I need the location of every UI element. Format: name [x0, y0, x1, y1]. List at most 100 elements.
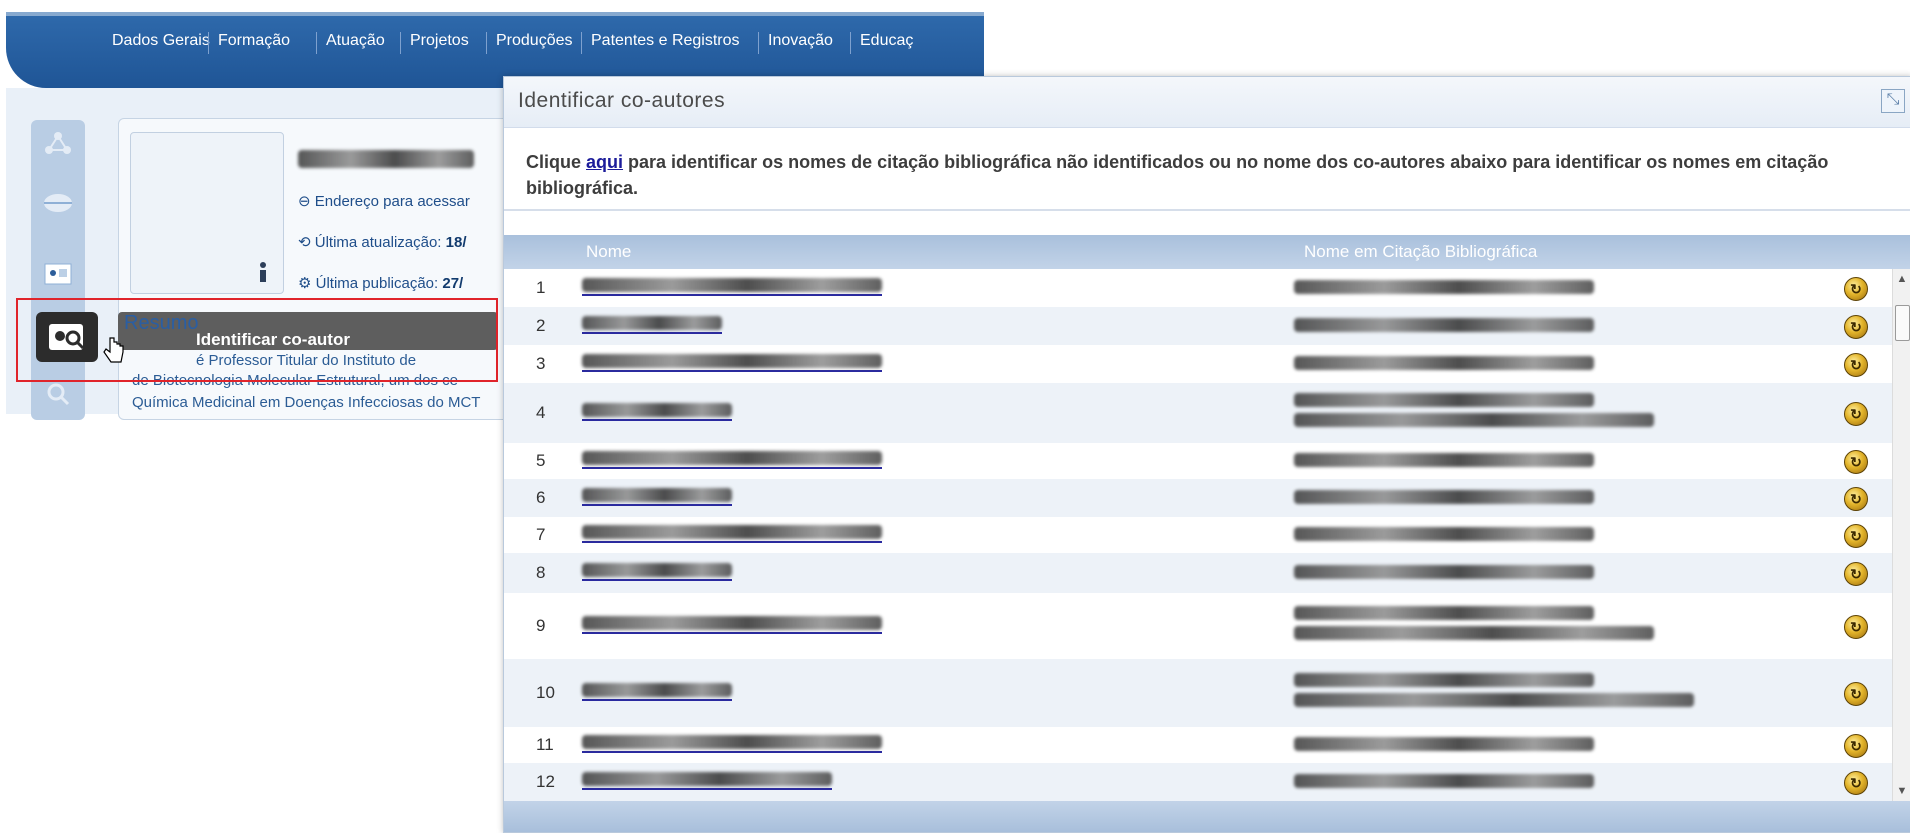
table-row: 10 ↻ — [504, 659, 1892, 727]
citation-name — [1294, 280, 1594, 300]
nav-separator — [581, 32, 582, 54]
intro-text-end: para identificar os nomes de citação bib… — [526, 152, 1829, 198]
network-icon[interactable] — [40, 128, 76, 158]
redacted-name — [582, 278, 882, 292]
redacted-name — [582, 316, 722, 330]
edit-citation-icon[interactable]: ↻ — [1844, 315, 1868, 339]
coauthor-name-link[interactable] — [582, 563, 732, 581]
nav-item-5[interactable]: Patentes e Registros — [591, 32, 740, 50]
row-number: 6 — [536, 488, 546, 507]
table-row: 4 ↻ — [504, 383, 1892, 443]
redacted-citation — [1294, 318, 1594, 332]
scroll-thumb[interactable] — [1895, 305, 1910, 341]
info-icon[interactable] — [256, 262, 270, 289]
nav-item-3[interactable]: Projetos — [410, 32, 469, 50]
row-number: 3 — [536, 354, 546, 373]
row-number: 9 — [536, 616, 546, 635]
citation-name — [1294, 774, 1594, 794]
row-number: 2 — [536, 316, 546, 335]
citation-name — [1294, 356, 1594, 376]
redacted-citation — [1294, 693, 1694, 707]
citation-name — [1294, 673, 1694, 713]
coauthor-name-link[interactable] — [582, 683, 732, 701]
redacted-name — [582, 735, 882, 749]
nav-item-7[interactable]: Educaç — [860, 32, 913, 50]
table-row: 6 ↻ — [504, 479, 1892, 517]
table-row: 7 ↻ — [504, 517, 1892, 553]
nav-separator — [208, 32, 209, 54]
edit-citation-icon[interactable]: ↻ — [1844, 562, 1868, 586]
redacted-citation — [1294, 774, 1594, 788]
collapse-icon[interactable]: ⤡ — [1881, 89, 1905, 113]
redacted-citation — [1294, 527, 1594, 541]
table-row: 1 ↻ — [504, 269, 1892, 307]
edit-citation-icon[interactable]: ↻ — [1844, 450, 1868, 474]
coauthor-name-link[interactable] — [582, 354, 882, 372]
redacted-name — [582, 488, 732, 502]
edit-citation-icon[interactable]: ↻ — [1844, 402, 1868, 426]
cycle-icon: ⟲ — [298, 234, 311, 251]
table-header: Nome Nome em Citação Bibliográfica — [504, 235, 1910, 269]
coauthor-name-link[interactable] — [582, 451, 882, 469]
nav-item-4[interactable]: Produções — [496, 32, 573, 50]
globe-icon[interactable] — [40, 188, 76, 218]
scrollbar[interactable]: ▲ ▼ — [1892, 269, 1910, 801]
redacted-citation — [1294, 393, 1594, 407]
aqui-link[interactable]: aqui — [586, 152, 623, 172]
coauthor-name-link[interactable] — [582, 616, 882, 634]
calendar-person-icon[interactable] — [40, 258, 76, 288]
scroll-up-icon[interactable]: ▲ — [1893, 273, 1910, 285]
published-label: Última publicação: — [315, 275, 439, 292]
table-row: 9 ↻ — [504, 593, 1892, 659]
table-row: 2 ↻ — [504, 307, 1892, 345]
coauthor-name-link[interactable] — [582, 488, 732, 506]
edit-citation-icon[interactable]: ↻ — [1844, 682, 1868, 706]
citation-name — [1294, 606, 1654, 646]
redacted-citation — [1294, 413, 1654, 427]
coauthor-name-link[interactable] — [582, 278, 882, 296]
redacted-citation — [1294, 737, 1594, 751]
table-row: 11 ↻ — [504, 727, 1892, 763]
edit-citation-icon[interactable]: ↻ — [1844, 353, 1868, 377]
edit-citation-icon[interactable]: ↻ — [1844, 615, 1868, 639]
coauthor-name-link[interactable] — [582, 403, 732, 421]
coauthor-name-link[interactable] — [582, 525, 882, 543]
redacted-name — [582, 616, 882, 630]
edit-citation-icon[interactable]: ↻ — [1844, 277, 1868, 301]
redacted-name — [582, 563, 732, 577]
published-value: 27/ — [442, 275, 464, 292]
row-number: 10 — [536, 683, 555, 702]
nav-item-2[interactable]: Atuação — [326, 32, 385, 50]
citation-name — [1294, 737, 1594, 757]
edit-citation-icon[interactable]: ↻ — [1844, 771, 1868, 795]
nav-item-1[interactable]: Formação — [218, 32, 290, 50]
citation-name — [1294, 490, 1594, 510]
edit-citation-icon[interactable]: ↻ — [1844, 524, 1868, 548]
row-number: 8 — [536, 563, 546, 582]
dialog-footer — [504, 801, 1910, 832]
divider — [504, 209, 1910, 211]
highlight-box — [16, 298, 498, 382]
gear-icon: ⚙ — [298, 275, 312, 292]
scroll-down-icon[interactable]: ▼ — [1893, 785, 1910, 797]
address-line[interactable]: ⊖ Endereço para acessar — [298, 192, 470, 210]
citation-name — [1294, 527, 1594, 547]
coauthor-name-link[interactable] — [582, 735, 882, 753]
dialog-header: Identificar co-autores ⤡ — [504, 77, 1910, 128]
search-document-icon[interactable] — [40, 378, 76, 408]
citation-name — [1294, 565, 1594, 585]
nav-item-0[interactable]: Dados Gerais — [112, 32, 210, 50]
table-row: 8 ↻ — [504, 553, 1892, 593]
edit-citation-icon[interactable]: ↻ — [1844, 734, 1868, 758]
coauthor-name-link[interactable] — [582, 316, 722, 334]
redacted-citation — [1294, 490, 1594, 504]
row-number: 5 — [536, 451, 546, 470]
nav-item-6[interactable]: Inovação — [768, 32, 833, 50]
redacted-citation — [1294, 453, 1594, 467]
edit-citation-icon[interactable]: ↻ — [1844, 487, 1868, 511]
coauthor-name-link[interactable] — [582, 772, 832, 790]
redacted-name — [582, 354, 882, 368]
dialog-instructions: Clique aqui para identificar os nomes de… — [526, 149, 1896, 201]
profile-name-redacted — [298, 150, 474, 168]
nav-separator — [758, 32, 759, 54]
